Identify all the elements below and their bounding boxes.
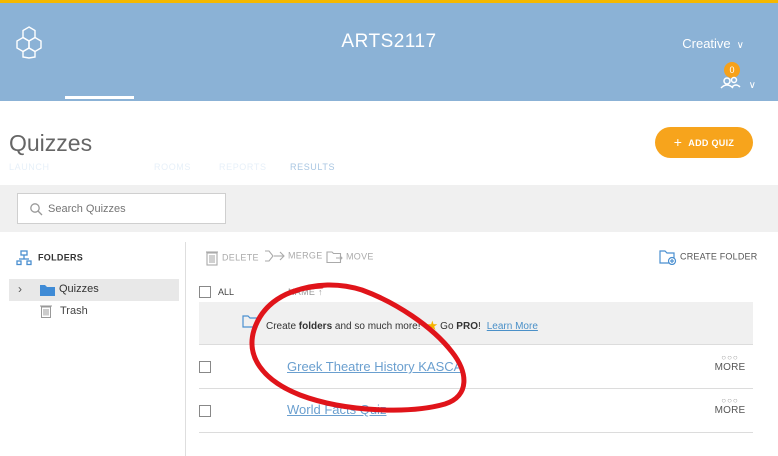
row-divider	[199, 388, 753, 389]
more-button[interactable]: ○○○ MORE	[712, 353, 748, 374]
search-bar-area	[0, 185, 778, 232]
account-name: Creative	[682, 36, 731, 51]
folders-heading-label: FOLDERS	[38, 252, 84, 263]
nav-results: RESULTS	[290, 162, 336, 172]
row-checkbox[interactable]	[199, 405, 211, 417]
sidebar-item-quizzes[interactable]: › Quizzes	[9, 279, 179, 301]
trash-icon	[206, 251, 218, 266]
row-divider	[199, 344, 753, 345]
merge-label: MERGE	[288, 250, 323, 261]
sidebar-item-label: Quizzes	[59, 283, 99, 295]
folder-icon	[242, 315, 258, 328]
top-bar: ARTS2117 Creative ∨	[0, 0, 778, 101]
more-dots-icon: ○○○	[721, 396, 739, 405]
users-icon	[720, 76, 741, 89]
name-column-header[interactable]: NAME ↑	[288, 287, 323, 297]
active-tab-indicator	[65, 96, 134, 99]
move-icon	[326, 251, 343, 264]
more-dots-icon: ○○○	[721, 353, 739, 362]
nav-launch[interactable]: LAUNCH	[9, 162, 50, 172]
chevron-right-icon[interactable]: ›	[18, 282, 22, 296]
quiz-link[interactable]: World Facts Quiz	[287, 402, 386, 417]
merge-icon	[265, 250, 285, 262]
class-name: ARTS2117	[341, 31, 437, 52]
add-quiz-label: ADD QUIZ	[688, 138, 735, 148]
nav-quizzes[interactable]: QUIZZES	[80, 162, 123, 172]
select-all-label: ALL	[218, 287, 235, 297]
sidebar-divider	[185, 242, 186, 456]
create-folder-label: CREATE FOLDER	[680, 251, 758, 262]
move-label: MOVE	[346, 251, 374, 262]
delete-label: DELETE	[222, 252, 259, 263]
nav-rooms[interactable]: ROOMS	[154, 162, 191, 172]
pro-promo-banner: Create folders and so much more! ★ Go PRO!…	[199, 302, 753, 344]
page-title: Quizzes	[9, 130, 93, 156]
more-label: MORE	[714, 362, 746, 373]
row-checkbox[interactable]	[199, 361, 211, 373]
create-folder-button[interactable]: CREATE FOLDER	[659, 249, 758, 266]
folder-plus-icon	[659, 250, 677, 266]
sort-arrow-icon: ↑	[318, 287, 323, 297]
select-all-checkbox[interactable]	[199, 286, 211, 298]
more-button[interactable]: ○○○ MORE	[712, 396, 748, 417]
learn-more-link[interactable]: Learn More	[487, 321, 538, 332]
nav-reports[interactable]: REPORTS	[219, 162, 267, 172]
promo-text: Create folders and so much more! ★ Go PRO!…	[266, 318, 538, 333]
delete-button[interactable]: DELETE	[205, 250, 259, 266]
chevron-down-icon: ∨	[736, 40, 744, 51]
star-icon: ★	[426, 318, 439, 333]
search-icon	[30, 203, 43, 216]
add-quiz-button[interactable]: + ADD QUIZ	[655, 127, 753, 158]
trash-icon	[40, 305, 52, 318]
more-label: MORE	[714, 405, 746, 416]
search-input[interactable]	[48, 200, 218, 218]
search-box[interactable]	[17, 193, 226, 224]
chevron-down-icon: ∨	[748, 80, 756, 91]
account-menu[interactable]: Creative ∨	[682, 36, 744, 51]
name-column-label: NAME	[288, 287, 316, 297]
folder-tree-icon	[16, 250, 32, 266]
sidebar-item-label: Trash	[60, 305, 88, 317]
folder-icon	[40, 285, 55, 296]
merge-button[interactable]: MERGE	[265, 250, 323, 262]
move-button[interactable]: MOVE	[326, 250, 374, 264]
row-divider	[199, 432, 753, 433]
plus-icon: +	[673, 134, 683, 150]
notifications-button[interactable]: 0 ∨	[714, 62, 756, 92]
folders-heading: FOLDERS	[16, 250, 83, 266]
quiz-link[interactable]: Greek Theatre History KASCA	[287, 359, 462, 374]
